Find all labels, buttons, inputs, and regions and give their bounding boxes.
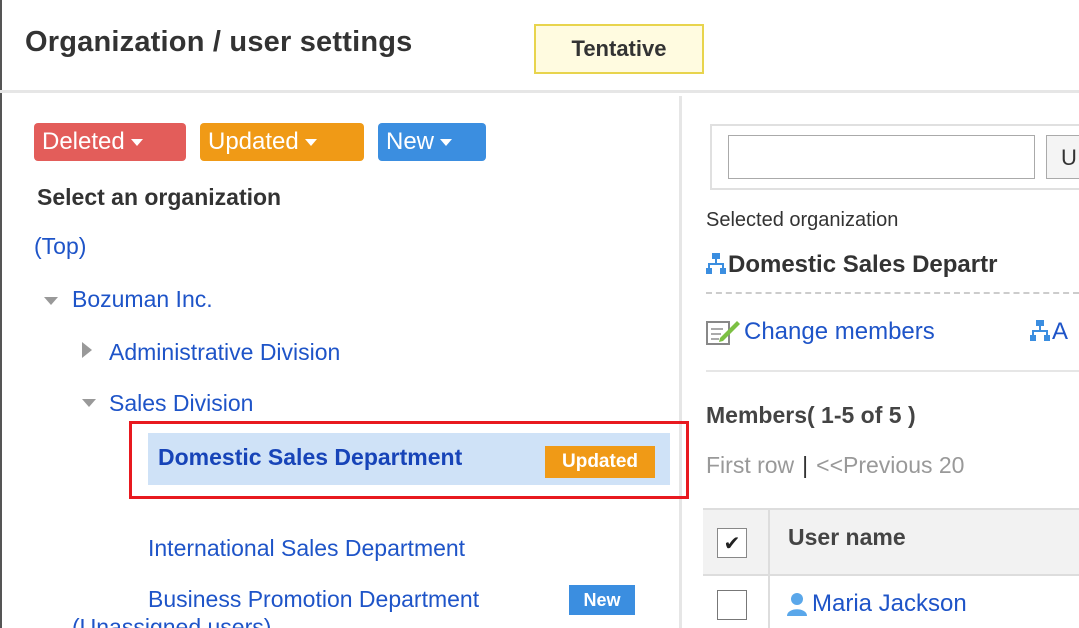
tree-item-international-sales[interactable]: International Sales Department (148, 535, 465, 562)
new-filter-button[interactable]: New (378, 123, 486, 161)
column-separator (768, 508, 770, 628)
pagination: First row | <<Previous 20 (706, 452, 964, 479)
user-name-column-header[interactable]: User name (788, 524, 906, 551)
section-divider (706, 370, 1079, 372)
deleted-filter-label: Deleted (42, 128, 125, 155)
highlight-annotation (129, 421, 689, 499)
pager-first-row: First row (706, 452, 795, 478)
caret-down-icon (130, 138, 143, 146)
tree-item-sales-division[interactable]: Sales Division (109, 390, 253, 417)
organization-icon (1030, 320, 1050, 341)
dashed-divider (706, 292, 1079, 294)
new-filter-label: New (386, 128, 435, 155)
new-badge: New (569, 585, 635, 615)
row-checkbox[interactable] (717, 590, 747, 620)
updated-filter-button[interactable]: Updated (200, 123, 364, 161)
selected-organization-name: Domestic Sales Departr (728, 251, 998, 278)
user-link-maria-jackson[interactable]: Maria Jackson (812, 590, 967, 618)
caret-down-icon (440, 138, 453, 146)
edit-icon (706, 321, 740, 345)
add-organization-link[interactable]: A (1052, 318, 1068, 346)
tree-item-bozuman[interactable]: Bozuman Inc. (72, 286, 213, 313)
select-all-checkbox[interactable]: ✔ (717, 528, 747, 558)
tentative-badge: Tentative (534, 24, 704, 74)
pager-separator: | (802, 452, 809, 478)
page-title: Organization / user settings (25, 26, 413, 58)
select-organization-heading: Select an organization (37, 184, 282, 210)
pager-previous: <<Previous 20 (816, 452, 965, 478)
search-button[interactable]: U (1046, 135, 1079, 179)
deleted-filter-button[interactable]: Deleted (34, 123, 186, 161)
selected-organization-caption: Selected organization (706, 209, 899, 231)
updated-filter-label: Updated (208, 128, 299, 155)
tree-item-administrative-division[interactable]: Administrative Division (109, 339, 340, 366)
search-input[interactable] (728, 135, 1035, 179)
user-icon (787, 593, 807, 616)
change-members-link[interactable]: Change members (744, 318, 935, 346)
expanded-arrow-icon[interactable] (44, 297, 58, 305)
expanded-arrow-icon[interactable] (82, 399, 96, 407)
organization-icon (706, 253, 726, 274)
collapsed-arrow-icon[interactable] (82, 342, 92, 358)
tree-item-business-promotion[interactable]: Business Promotion Department (148, 586, 479, 613)
tree-item-top[interactable]: (Top) (34, 233, 86, 260)
caret-down-icon (304, 138, 317, 146)
members-title: Members( 1-5 of 5 ) (706, 402, 916, 428)
tree-item-unassigned-users[interactable]: (Unassigned users) (72, 614, 271, 628)
